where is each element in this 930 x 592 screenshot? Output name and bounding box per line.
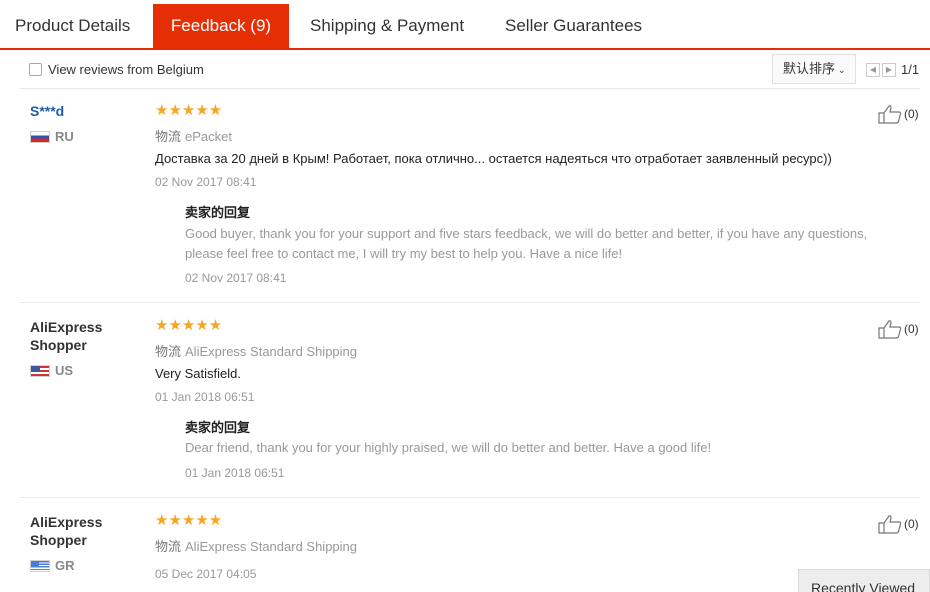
logistics-method: AliExpress Standard Shipping (185, 539, 358, 554)
logistics-info: 物流 AliExpress Standard Shipping (155, 536, 357, 555)
reviewer-country: US (30, 363, 73, 378)
chevron-down-icon: ⌄ (838, 65, 846, 75)
arrow-right-icon[interactable]: ▶ (882, 63, 896, 77)
review-date: 01 Jan 2018 06:51 (155, 390, 255, 404)
reviewer-name[interactable]: S***d (30, 102, 64, 120)
tab-feedback[interactable]: Feedback (9) (153, 4, 289, 49)
sort-dropdown[interactable]: 默认排序 ⌄ (772, 54, 856, 84)
logistics-method: ePacket (185, 129, 232, 144)
tab-seller-guarantees[interactable]: Seller Guarantees (505, 4, 642, 49)
logistics-method: AliExpress Standard Shipping (185, 344, 358, 359)
belgium-filter-label[interactable]: View reviews from Belgium (48, 62, 204, 77)
review-text: Доставка за 20 дней в Крым! Работает, по… (155, 151, 832, 166)
belgium-filter-checkbox[interactable] (29, 63, 42, 76)
review-item: S***d RU ★★★★★ 物流 ePacket Доставка за 20 … (20, 89, 920, 303)
thumbs-up-icon (878, 320, 902, 339)
seller-reply-date: 02 Nov 2017 08:41 (185, 271, 287, 285)
sort-dropdown-label: 默认排序 (783, 61, 836, 76)
like-count: (0) (904, 107, 919, 121)
thumbs-up-icon (878, 105, 902, 124)
like-count: (0) (904, 322, 919, 336)
like-count: (0) (904, 517, 919, 531)
seller-reply-text: Good buyer, thank you for your support a… (185, 226, 868, 261)
star-rating: ★★★★★ (155, 317, 223, 334)
reviewer-country: RU (30, 129, 74, 144)
country-code: RU (55, 129, 74, 144)
logistics-label: 物流 (155, 539, 182, 554)
tab-shipping-payment[interactable]: Shipping & Payment (310, 4, 464, 49)
like-button[interactable]: (0) (878, 514, 919, 534)
review-item: AliExpress Shopper GR ★★★★★ 物流 AliExpress… (20, 499, 920, 592)
seller-reply-title: 卖家的回复 (185, 205, 251, 220)
review-date: 05 Dec 2017 04:05 (155, 567, 257, 581)
thumbs-up-icon (878, 515, 902, 534)
logistics-info: 物流 AliExpress Standard Shipping (155, 341, 357, 360)
country-code: US (55, 363, 74, 378)
tab-bar: Product Details Feedback (9) Shipping & … (0, 0, 930, 50)
us-flag-icon (30, 364, 50, 377)
pagination-status: 1/1 (901, 62, 920, 77)
review-date: 02 Nov 2017 08:41 (155, 175, 257, 189)
review-item: AliExpress Shopper US ★★★★★ 物流 AliExpress… (20, 304, 920, 498)
tab-product-details[interactable]: Product Details (15, 4, 130, 49)
review-text: Very Satisfield. (155, 366, 241, 381)
seller-reply-title: 卖家的回复 (185, 420, 251, 435)
like-button[interactable]: (0) (878, 104, 919, 124)
seller-reply-date: 01 Jan 2018 06:51 (185, 466, 285, 480)
greece-flag-icon (30, 559, 50, 572)
country-code: GR (55, 558, 75, 573)
recently-viewed-tab[interactable]: Recently Viewed (798, 569, 930, 592)
reviewer-country: GR (30, 558, 75, 573)
logistics-info: 物流 ePacket (155, 126, 232, 145)
arrow-left-icon[interactable]: ◀ (866, 63, 880, 77)
russia-flag-icon (30, 130, 50, 143)
reviewer-name: AliExpress Shopper (30, 514, 103, 548)
feedback-filter-bar: View reviews from Belgium 默认排序 ⌄ ◀ ▶ 1/1 (20, 52, 920, 89)
logistics-label: 物流 (155, 129, 182, 144)
star-rating: ★★★★★ (155, 512, 223, 529)
star-rating: ★★★★★ (155, 102, 223, 119)
logistics-label: 物流 (155, 344, 182, 359)
like-button[interactable]: (0) (878, 319, 919, 339)
seller-reply-text: Dear friend, thank you for your highly p… (185, 440, 712, 455)
reviewer-name: AliExpress Shopper (30, 319, 103, 353)
